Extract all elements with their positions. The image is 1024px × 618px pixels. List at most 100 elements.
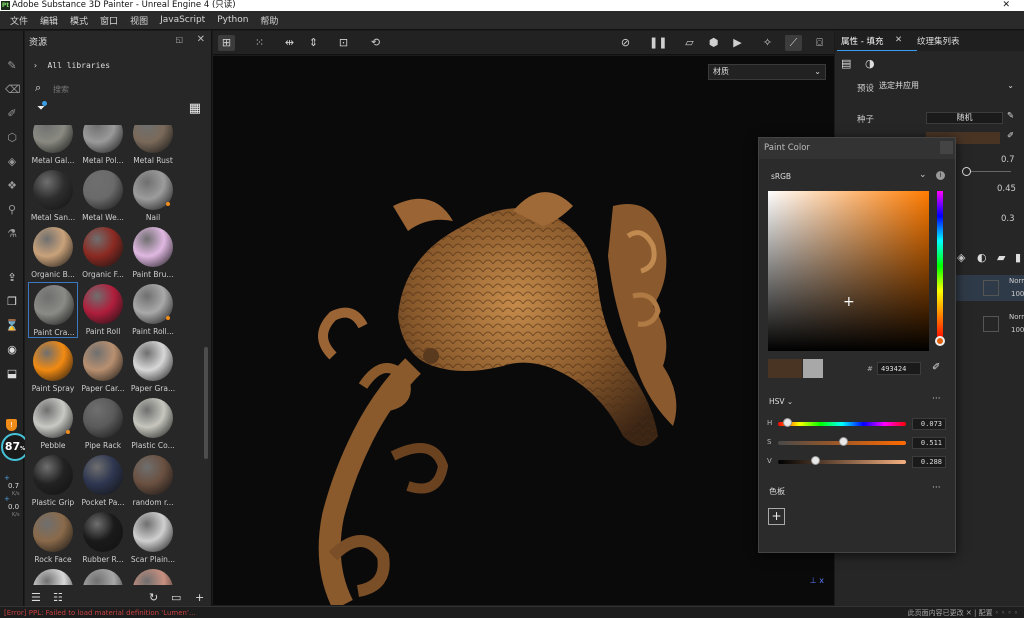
v-value-input[interactable] (912, 456, 946, 468)
material-tile[interactable]: Metal We... (78, 168, 128, 224)
material-tile[interactable]: Paper Gra... (128, 339, 178, 395)
h-value-input[interactable] (912, 418, 946, 430)
material-tile[interactable]: Paint Spray (28, 339, 78, 395)
material-sphere-icon[interactable]: ◑ (865, 57, 875, 70)
material-tile[interactable]: random r... (128, 453, 178, 509)
delete-layer-icon[interactable]: ▮ (1015, 251, 1021, 264)
projection-tool-icon[interactable]: ✐ (5, 107, 19, 121)
close-window-button[interactable]: ✕ (1002, 0, 1010, 11)
picker-crosshair[interactable]: + (843, 295, 855, 309)
v-slider-knob[interactable] (810, 456, 820, 465)
library-selector[interactable]: › All libraries (33, 61, 110, 70)
grid-toggle-icon[interactable]: ⊞ (218, 35, 235, 51)
material-tile[interactable]: Metal Rust (128, 125, 178, 167)
saturation-value-picker[interactable]: + (768, 191, 929, 351)
material-tile[interactable]: Metal Pol... (78, 125, 128, 167)
history-clock-icon[interactable]: ⟲ (367, 35, 384, 51)
menu-help[interactable]: 帮助 (254, 14, 284, 27)
geometry-mask-tool-icon[interactable]: ⬡ (5, 131, 19, 145)
close-panel-icon[interactable]: ✕ (197, 34, 205, 45)
grid-view-icon[interactable]: ▦ (189, 101, 201, 116)
material-tile[interactable]: Plastic Co... (128, 396, 178, 452)
add-mask-icon[interactable]: ◐ (977, 251, 987, 264)
param-slider-track[interactable] (971, 171, 1011, 172)
selection-icon[interactable]: ▱ (681, 35, 698, 51)
hue-slider[interactable] (937, 191, 943, 341)
shader-settings-icon[interactable]: ⬓ (5, 367, 19, 381)
seed-edit-icon[interactable]: ✎ (1007, 111, 1014, 121)
material-tile[interactable]: Rubber R... (78, 510, 128, 566)
paint-mode-icon[interactable]: ⟋ (785, 35, 802, 51)
material-tile[interactable] (28, 567, 78, 585)
display-settings-icon[interactable]: ◉ (5, 343, 19, 357)
add-asset-icon[interactable]: + (195, 591, 204, 604)
material-tile[interactable]: Nail (128, 168, 178, 224)
pause-icon[interactable]: ❚❚ (649, 35, 667, 51)
layer-opacity[interactable]: 100 (1011, 290, 1024, 298)
symmetry-y-icon[interactable]: ⇕ (305, 35, 322, 51)
camera-icon[interactable]: ▶ (729, 35, 746, 51)
eyedropper-icon[interactable]: ✐ (932, 362, 940, 373)
preset-dropdown[interactable]: 选定并应用 ⌄ (879, 79, 1016, 94)
menu-file[interactable]: 文件 (4, 14, 34, 27)
viewport-mode-dropdown[interactable]: 材质 ⌄ (708, 64, 826, 80)
fill-settings-icon[interactable]: ▤ (841, 57, 851, 70)
material-tile[interactable]: Pebble (28, 396, 78, 452)
frame-icon[interactable]: ⊡ (335, 35, 352, 51)
assets-scrollbar[interactable] (204, 347, 208, 459)
material-tile[interactable] (78, 567, 128, 585)
seed-random-button[interactable]: 随机 (926, 112, 1003, 124)
refresh-icon[interactable]: ↻ (149, 591, 158, 604)
symmetry-x-icon[interactable]: ⇹ (281, 35, 298, 51)
paint-brush-tool-icon[interactable]: ✎ (5, 59, 19, 73)
dialog-close-button[interactable] (940, 141, 953, 154)
eraser-tool-icon[interactable]: ⌫ (5, 83, 21, 97)
material-tile[interactable]: Organic B... (28, 225, 78, 281)
material-tile[interactable]: Paint Bru... (128, 225, 178, 281)
material-tile[interactable]: Paper Car... (78, 339, 128, 395)
layer-opacity[interactable]: 100 (1011, 326, 1024, 334)
palette-more-icon[interactable]: ··· (932, 483, 941, 493)
material-tile[interactable]: Rock Face (28, 510, 78, 566)
material-tile[interactable]: Scar Plain... (128, 510, 178, 566)
hide-icon[interactable]: ⊘ (617, 35, 634, 51)
tab-texture-set-list[interactable]: 纹理集列表 (917, 35, 960, 47)
param-slider-knob[interactable] (962, 167, 971, 176)
render-icon[interactable]: ✧ (759, 35, 776, 51)
layer-row[interactable]: Norm 100 (945, 275, 1024, 301)
folder-icon[interactable]: ▭ (171, 591, 181, 604)
chevron-down-icon[interactable]: ⌄ (919, 170, 927, 180)
filter-icon[interactable]: ⏷ (37, 101, 47, 114)
material-tile[interactable]: Pipe Rack (78, 396, 128, 452)
s-value-input[interactable] (912, 437, 946, 449)
material-tile[interactable] (128, 567, 178, 585)
material-tile[interactable]: Organic F... (78, 225, 128, 281)
add-swatch-button[interactable]: + (768, 508, 785, 525)
tiling-icon[interactable]: ⁙ (251, 35, 268, 51)
layer-blend-mode[interactable]: Norm (1009, 277, 1024, 285)
material-tile[interactable]: Paint Cra... (28, 282, 78, 338)
menu-edit[interactable]: 编辑 (34, 14, 64, 27)
3d-viewport[interactable]: 材质 ⌄ ⊥ x (213, 56, 834, 605)
material-tile[interactable]: Paint Roll... (128, 282, 178, 338)
hex-input[interactable] (877, 362, 921, 375)
polygon-fill-tool-icon[interactable]: ◈ (5, 155, 19, 169)
menu-view[interactable]: 视图 (124, 14, 154, 27)
smudge-tool-icon[interactable]: ❖ (5, 179, 19, 193)
sort-icon[interactable]: ☰ (31, 591, 41, 604)
hue-slider-knob[interactable] (935, 336, 945, 346)
material-tile[interactable]: Metal San... (28, 168, 78, 224)
folder-icon[interactable]: ▰ (997, 251, 1005, 264)
asset-search-input[interactable] (53, 83, 203, 95)
menu-javascript[interactable]: JavaScript (154, 15, 211, 25)
material-tile[interactable]: Metal Gal... (28, 125, 78, 167)
float-panel-icon[interactable]: ◱ (175, 35, 183, 44)
more-options-icon[interactable]: ··· (932, 394, 941, 404)
tab-properties-fill[interactable]: 属性 - 填充 (841, 35, 883, 47)
close-tab-icon[interactable]: ✕ (895, 35, 902, 45)
layer-blend-mode[interactable]: Norm (1009, 313, 1024, 321)
bake-icon[interactable]: ❒ (5, 295, 19, 309)
color-picker-tool-icon[interactable]: ⚗ (5, 227, 19, 241)
color-space-label[interactable]: sRGB (771, 172, 791, 181)
export-icon[interactable]: ⇪ (5, 271, 19, 285)
